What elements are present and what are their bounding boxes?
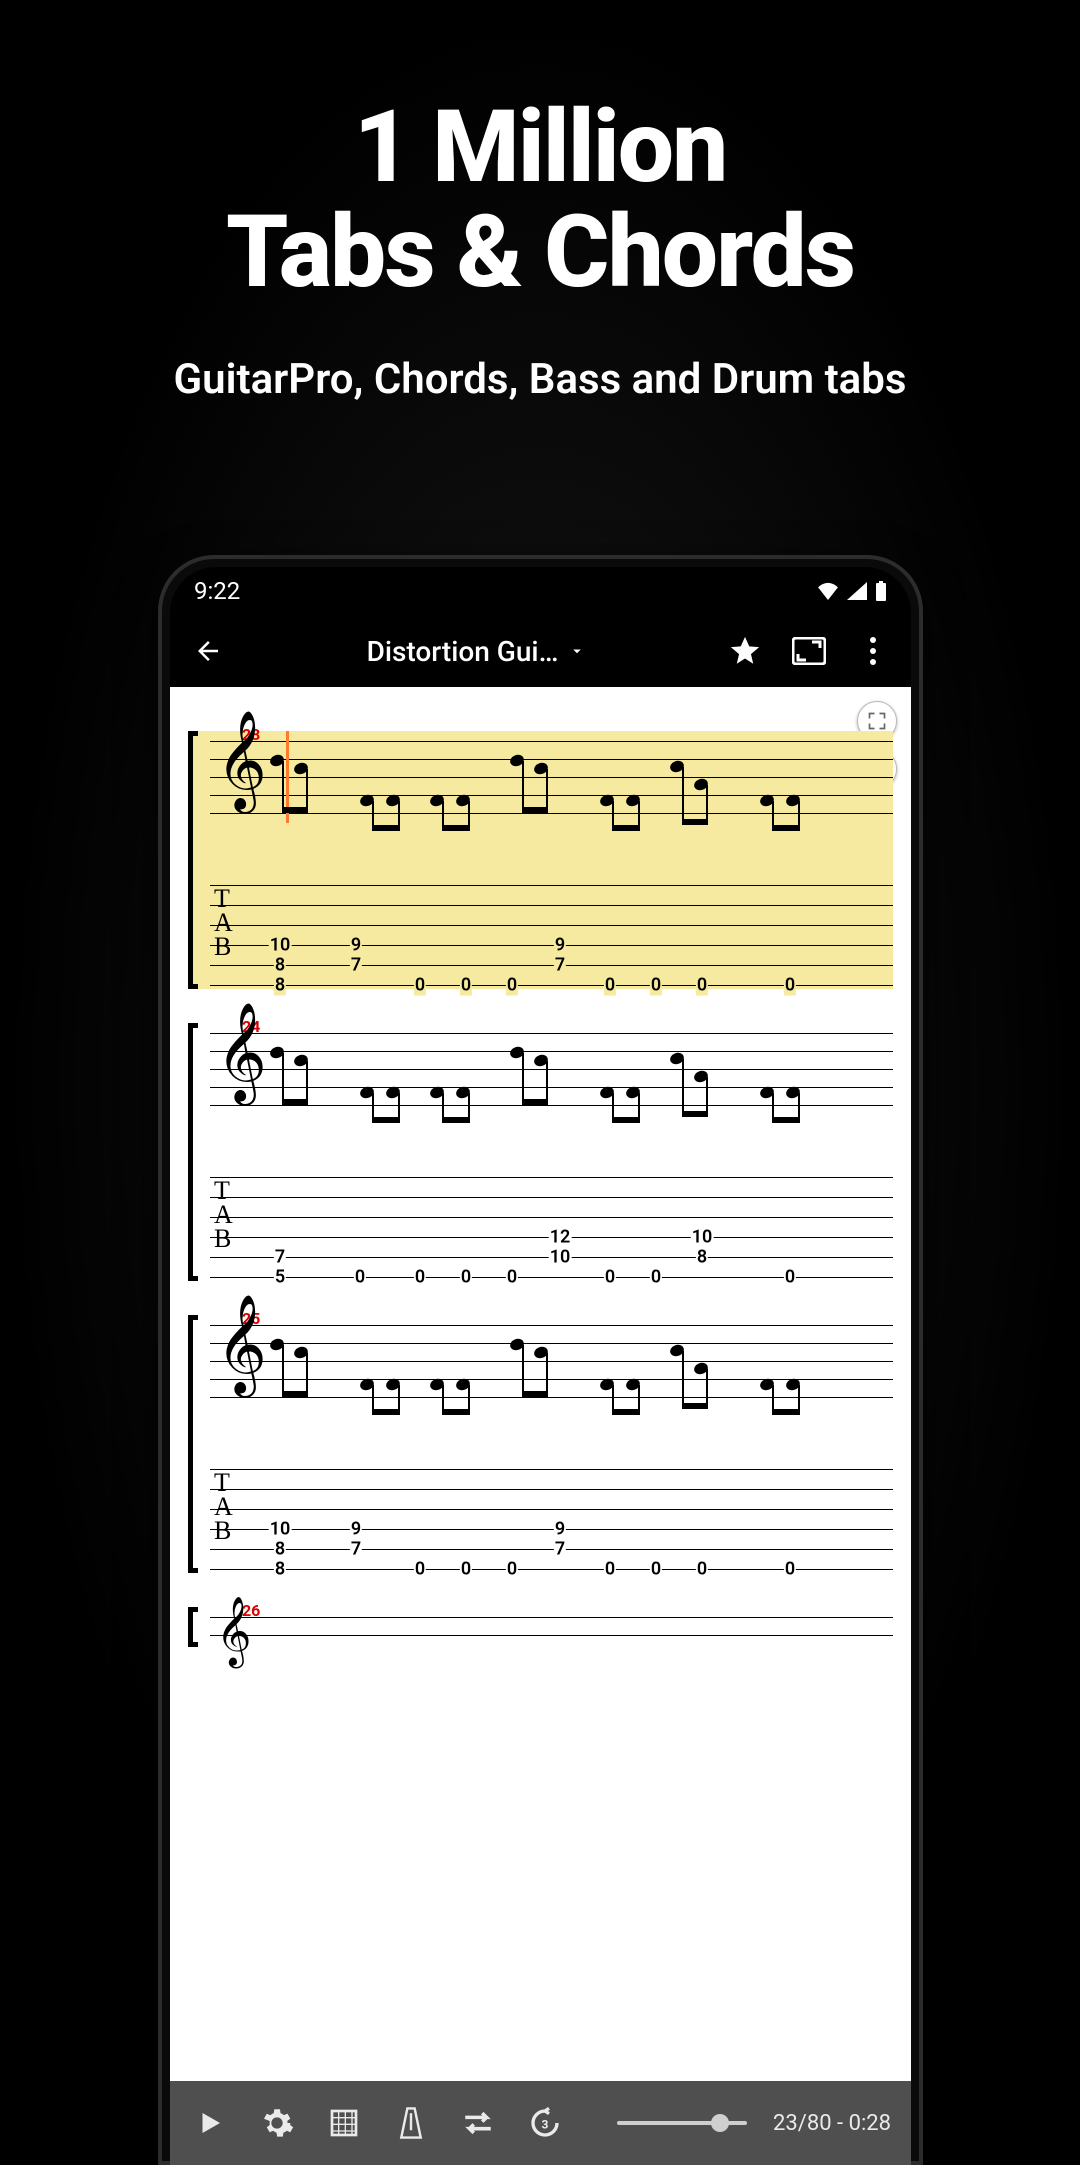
- fretboard-icon: [328, 2107, 360, 2139]
- phone-frame: 9:22 Distortion Gui…: [158, 555, 923, 2165]
- phone-screen: 9:22 Distortion Gui…: [170, 567, 911, 2165]
- treble-clef-icon: 𝄞: [216, 1601, 251, 1661]
- time-remaining: 0:28: [849, 2111, 891, 2136]
- treble-clef-icon: 𝄞: [216, 717, 267, 803]
- favorite-button[interactable]: [723, 629, 767, 673]
- status-time: 9:22: [194, 577, 240, 605]
- tablature: TAB 108897970000000: [210, 1465, 893, 1573]
- settings-button[interactable]: [257, 2101, 298, 2145]
- play-button[interactable]: [190, 2101, 231, 2145]
- promo-title-line2: Tabs & Chords: [226, 194, 854, 311]
- promo-title-line1: 1 Million: [354, 89, 727, 206]
- chevron-down-icon: [568, 642, 586, 660]
- tab-label: TAB: [214, 1471, 234, 1543]
- arrow-left-icon: [193, 636, 223, 666]
- playback-counter: 23/80 - 0:28: [773, 2111, 891, 2136]
- wifi-icon: [817, 582, 839, 600]
- bar-position: 23/80: [773, 2111, 832, 2136]
- promo-title: 1 Million Tabs & Chords: [0, 95, 1080, 305]
- promo-subtitle: GuitarPro, Chords, Bass and Drum tabs: [0, 355, 1080, 404]
- loop-icon: [461, 2108, 495, 2138]
- play-icon: [195, 2106, 225, 2140]
- loop-button[interactable]: [457, 2101, 498, 2145]
- player-bar: 3 23/80 - 0:28: [170, 2081, 911, 2165]
- fullscreen-icon: [792, 637, 826, 665]
- tablature: TAB 108897970000000: [210, 881, 893, 989]
- metronome-icon: [396, 2106, 426, 2140]
- svg-text:3: 3: [541, 2117, 548, 2131]
- star-icon: [728, 634, 762, 668]
- measure-25: 25 𝄞: [188, 1315, 893, 1573]
- staff: 𝄞: [210, 1023, 893, 1115]
- fretboard-button[interactable]: [324, 2101, 365, 2145]
- status-icons: [817, 581, 887, 601]
- measure-26: 26 𝄞: [188, 1607, 893, 1647]
- slider-thumb[interactable]: [711, 2114, 729, 2132]
- staff: 𝄞: [210, 731, 893, 823]
- expand-icon: [867, 711, 887, 731]
- status-bar: 9:22: [170, 567, 911, 615]
- signal-icon: [847, 582, 867, 600]
- countdown-button[interactable]: 3: [524, 2101, 565, 2145]
- more-vert-icon: [869, 636, 877, 666]
- fullscreen-button[interactable]: [787, 629, 831, 673]
- track-selector[interactable]: Distortion Gui…: [250, 635, 703, 668]
- tab-label: TAB: [214, 887, 234, 959]
- treble-clef-icon: 𝄞: [216, 1009, 267, 1095]
- battery-icon: [875, 581, 887, 601]
- measure-24: 24 𝄞: [188, 1023, 893, 1281]
- track-title: Distortion Gui…: [367, 635, 559, 668]
- tablature: TAB 7512101080000000: [210, 1173, 893, 1281]
- treble-clef-icon: 𝄞: [216, 1301, 267, 1387]
- app-bar: Distortion Gui…: [170, 615, 911, 687]
- staff: 𝄞: [210, 1315, 893, 1407]
- measure-23: 23 𝄞: [188, 731, 893, 989]
- promo-header: 1 Million Tabs & Chords GuitarPro, Chord…: [0, 0, 1080, 404]
- tab-label: TAB: [214, 1179, 234, 1251]
- overflow-button[interactable]: [851, 629, 895, 673]
- countdown-icon: 3: [529, 2107, 561, 2139]
- metronome-button[interactable]: [391, 2101, 432, 2145]
- sheet-viewer[interactable]: 23 𝄞: [170, 687, 911, 2081]
- back-button[interactable]: [186, 629, 230, 673]
- tempo-slider[interactable]: [617, 2121, 747, 2125]
- gear-icon: [260, 2106, 294, 2140]
